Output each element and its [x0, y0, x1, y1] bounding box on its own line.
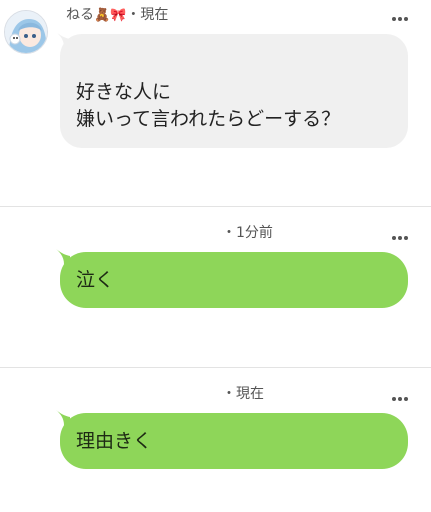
- message-line-1: 泣く: [76, 269, 115, 291]
- meta-separator: ・: [222, 225, 236, 241]
- more-horizontal-icon: [392, 17, 408, 21]
- more-options-button[interactable]: [390, 389, 410, 401]
- meta-separator: ・: [222, 386, 236, 402]
- author-emoji: 🧸🎀: [94, 8, 127, 23]
- more-options-button[interactable]: [390, 228, 410, 240]
- more-horizontal-icon: [392, 397, 408, 401]
- avatar-icon: [5, 11, 47, 53]
- post-time: 現在: [140, 7, 169, 23]
- message-bubble[interactable]: 好きな人に 嫌いって言われたらどーする？: [60, 34, 408, 148]
- message-line-1: 理由きく: [76, 430, 153, 452]
- post-3: ・現在 理由きく: [0, 368, 431, 512]
- avatar[interactable]: [4, 10, 48, 54]
- author-name[interactable]: ねる: [66, 7, 94, 23]
- more-options-button[interactable]: [390, 9, 410, 21]
- post-meta: ・1分前: [222, 224, 273, 242]
- post-meta: ねる🧸🎀・現在: [66, 6, 168, 25]
- meta-separator: ・: [126, 7, 141, 23]
- more-horizontal-icon: [392, 236, 408, 240]
- message-bubble[interactable]: 理由きく: [60, 413, 408, 469]
- post-time: 現在: [236, 386, 264, 402]
- message-line-1: 好きな人に: [76, 81, 172, 103]
- post-meta: ・現在: [222, 385, 264, 403]
- post-1: ねる🧸🎀・現在 好きな人に 嫌いって言われたらどーする？: [0, 0, 431, 206]
- post-time: 1分前: [236, 225, 273, 241]
- message-bubble[interactable]: 泣く: [60, 252, 408, 308]
- message-line-2: 嫌いって言われたらどーする？: [76, 108, 341, 130]
- post-2: ・1分前 泣く: [0, 207, 431, 367]
